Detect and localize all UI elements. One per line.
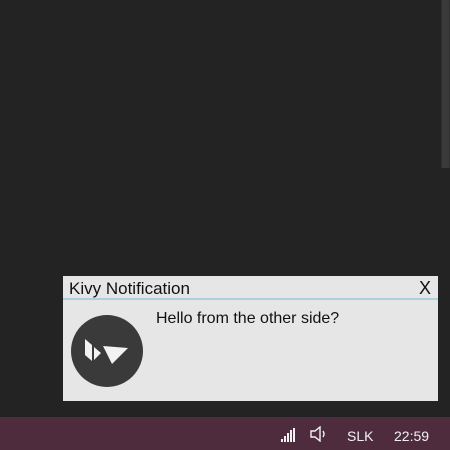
scrollbar-thumb[interactable] [442,0,449,168]
clock[interactable]: 22:59 [394,428,429,444]
notification-titlebar: Kivy Notification X [63,276,438,298]
notification-popup[interactable]: Kivy Notification X Hello from the other… [63,276,438,401]
desktop: Kivy Notification X Hello from the other… [0,0,450,450]
notification-title: Kivy Notification [69,279,190,298]
speaker-icon[interactable] [310,426,328,442]
input-language-indicator[interactable]: SLK [347,428,373,444]
taskbar: SLK 22:59 [0,417,450,450]
title-divider [63,298,438,300]
notification-message: Hello from the other side? [156,310,340,327]
close-button[interactable]: X [417,278,433,298]
signal-bars-icon[interactable] [280,428,296,442]
kivy-logo-icon [71,315,143,387]
scrollbar[interactable] [441,0,450,168]
